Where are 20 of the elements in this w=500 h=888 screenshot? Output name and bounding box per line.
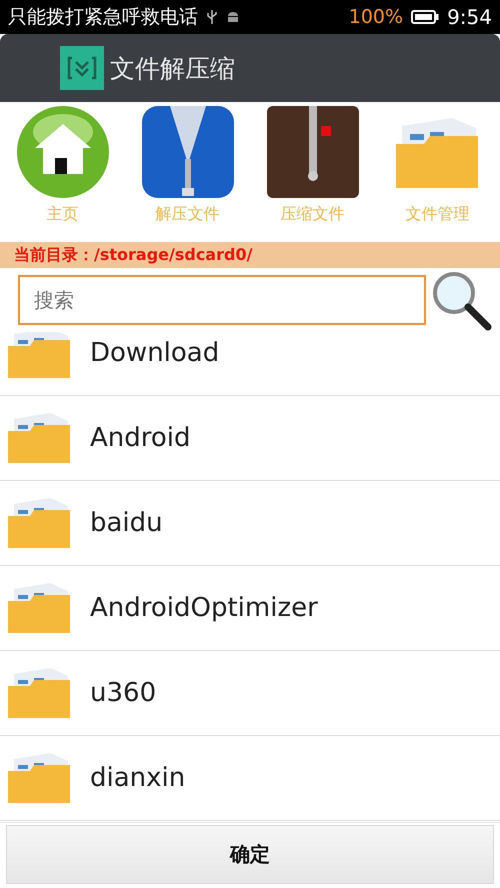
- folder-item[interactable]: Download: [0, 332, 500, 396]
- clock: 9:54: [447, 5, 492, 29]
- folder-item[interactable]: baidu: [0, 481, 500, 566]
- usb-icon: [206, 9, 218, 25]
- house-icon: [14, 104, 110, 200]
- folder-item[interactable]: dianxin: [0, 736, 500, 821]
- status-notice: 只能拨打紧急呼救电话: [8, 5, 198, 30]
- zipper-icon: [264, 104, 360, 200]
- folder-item[interactable]: u360: [0, 651, 500, 736]
- zipper-icon: [140, 104, 236, 200]
- battery-percent: 100%: [348, 6, 404, 28]
- search-field[interactable]: 搜索: [18, 275, 426, 325]
- app-title: 文件解压缩: [110, 52, 235, 84]
- folder-item[interactable]: Android: [0, 396, 500, 481]
- folder-item[interactable]: AndroidOptimizer: [0, 566, 500, 651]
- current-directory: 当前目录：/storage/sdcard0/: [0, 242, 500, 268]
- battery-icon: [411, 9, 440, 25]
- app-logo-icon: [60, 46, 104, 90]
- search-icon[interactable]: [430, 269, 492, 331]
- confirm-button[interactable]: 确定: [6, 825, 494, 884]
